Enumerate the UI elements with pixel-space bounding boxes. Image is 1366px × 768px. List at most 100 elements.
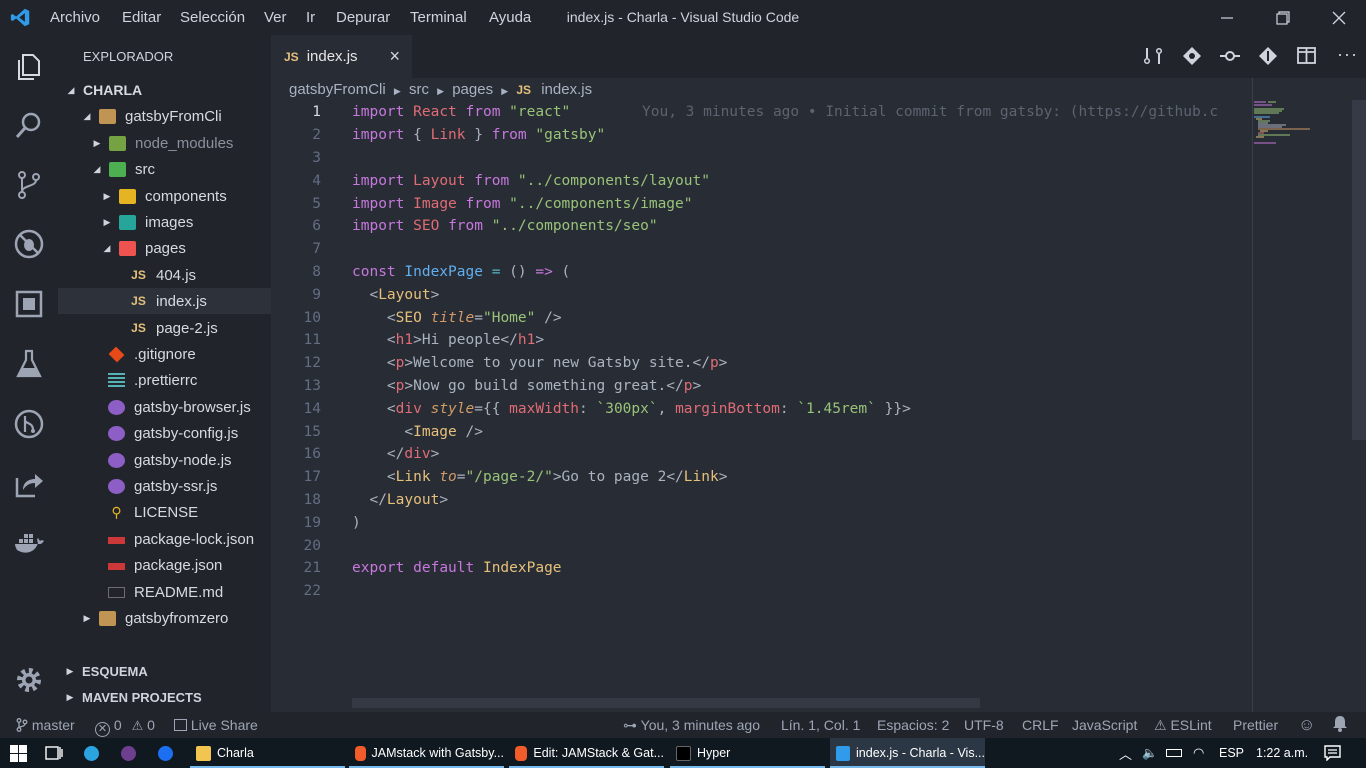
- tree-item-prettierrc[interactable]: .prettierrc: [58, 367, 271, 393]
- tree-item-gatsbyfromzero[interactable]: ▶ gatsbyfromzero: [58, 605, 271, 631]
- breadcrumb-folder[interactable]: gatsbyFromCli: [289, 81, 386, 98]
- git-compare-diamond-icon[interactable]: [1258, 46, 1278, 71]
- settings-gear-icon[interactable]: [0, 651, 58, 709]
- language-mode[interactable]: JavaScript: [1072, 717, 1137, 733]
- telegram-icon[interactable]: [84, 738, 105, 768]
- outline-section[interactable]: ▶ ESQUEMA: [58, 658, 271, 684]
- maven-projects-section[interactable]: ▶ MAVEN PROJECTS: [58, 684, 271, 710]
- menu-depurar[interactable]: Depurar: [336, 9, 390, 26]
- live-share-status[interactable]: Live Share: [174, 717, 258, 733]
- code-line-16: </div>: [352, 446, 440, 462]
- taskbar-item-charla[interactable]: Charla: [190, 738, 345, 768]
- source-control-icon[interactable]: [0, 156, 58, 214]
- breadcrumb-file[interactable]: index.js: [541, 81, 592, 98]
- tree-item-gatsby-config[interactable]: gatsby-config.js: [58, 420, 271, 446]
- code-editor[interactable]: gatsbyFromCli ▶ src ▶ pages ▶ JS index.j…: [271, 78, 1366, 712]
- git-commit-diamond-icon[interactable]: [1182, 46, 1202, 71]
- toggle-blame-icon[interactable]: [1219, 46, 1241, 71]
- tree-item-readme[interactable]: README.md: [58, 579, 271, 605]
- input-language[interactable]: ESP: [1219, 738, 1244, 768]
- tree-item-src[interactable]: ◢ src: [58, 156, 271, 182]
- menu-seleccion[interactable]: Selección: [180, 9, 245, 26]
- open-changes-icon[interactable]: [1143, 46, 1163, 71]
- line-number: 9: [312, 287, 321, 303]
- test-flask-icon[interactable]: [0, 335, 58, 393]
- code-line-6: import SEO from "../components/seo": [352, 218, 658, 234]
- search-icon[interactable]: [0, 97, 58, 155]
- tree-item-package-lock[interactable]: package-lock.json: [58, 526, 271, 552]
- eol-status[interactable]: CRLF: [1022, 717, 1059, 733]
- extensions-icon[interactable]: [0, 275, 58, 333]
- blame-status[interactable]: ⊶ You, 3 minutes ago: [623, 717, 760, 734]
- feedback-smiley-icon[interactable]: ☺: [1298, 715, 1315, 735]
- tree-item-page-2[interactable]: JS page-2.js: [58, 315, 271, 341]
- taskbar-item-vscode[interactable]: index.js - Charla - Vis...: [830, 738, 985, 768]
- volume-icon[interactable]: 🔈: [1142, 738, 1158, 768]
- tree-item-package-json[interactable]: package.json: [58, 552, 271, 578]
- git-history-icon[interactable]: [0, 395, 58, 453]
- branch-status[interactable]: master: [16, 717, 75, 733]
- taskbar-item-hyper[interactable]: Hyper: [670, 738, 825, 768]
- action-center-icon[interactable]: [1324, 738, 1341, 768]
- git-blame-annotation: You, 3 minutes ago • Initial commit from…: [642, 104, 1219, 120]
- chevron-right-icon: ▶: [66, 665, 74, 676]
- line-number: 13: [303, 378, 321, 394]
- eslint-status[interactable]: ⚠ ESLint: [1154, 717, 1212, 734]
- menu-ayuda[interactable]: Ayuda: [489, 9, 531, 26]
- show-hidden-icons-chevron-icon[interactable]: ︿: [1119, 738, 1132, 768]
- notifications-bell-icon[interactable]: [1332, 715, 1348, 735]
- tree-item-index[interactable]: JS index.js: [58, 288, 271, 314]
- docker-icon[interactable]: [0, 515, 58, 573]
- cursor-position[interactable]: Lín. 1, Col. 1: [781, 717, 860, 733]
- explorer-icon[interactable]: [0, 38, 58, 96]
- tree-item-gatsby-ssr[interactable]: gatsby-ssr.js: [58, 473, 271, 499]
- problems-status[interactable]: ✕ 0 ⚠ 0: [95, 717, 155, 737]
- tree-item-gatsbyFromCli[interactable]: ◢ gatsbyFromCli: [58, 103, 271, 129]
- restore-button[interactable]: [1260, 0, 1306, 35]
- debug-icon[interactable]: [0, 215, 58, 273]
- menu-terminal[interactable]: Terminal: [410, 9, 467, 26]
- code-line-4: import Layout from "../components/layout…: [352, 173, 710, 189]
- line-number: 2: [312, 127, 321, 143]
- clock[interactable]: 1:22 a.m.: [1256, 738, 1308, 768]
- menu-editar[interactable]: Editar: [122, 9, 161, 26]
- minimize-button[interactable]: [1204, 0, 1250, 35]
- minimap[interactable]: [1254, 100, 1314, 150]
- windows-start-icon[interactable]: [10, 738, 27, 768]
- menu-ver[interactable]: Ver: [264, 9, 287, 26]
- tree-item-404[interactable]: JS 404.js: [58, 262, 271, 288]
- close-tab-icon[interactable]: ×: [390, 46, 401, 67]
- chevron-down-icon: ◢: [83, 110, 91, 121]
- encoding-status[interactable]: UTF-8: [964, 717, 1004, 733]
- horizontal-scrollbar-thumb[interactable]: [352, 698, 980, 708]
- javascript-file-icon: JS: [516, 83, 532, 97]
- more-actions-icon[interactable]: ···: [1337, 44, 1358, 65]
- battery-icon[interactable]: [1166, 738, 1182, 768]
- tree-item-pages[interactable]: ◢ pages: [58, 235, 271, 261]
- breadcrumb-folder[interactable]: pages: [452, 81, 493, 98]
- tab-index-js[interactable]: JS index.js ×: [271, 35, 412, 78]
- close-window-button[interactable]: [1316, 0, 1362, 35]
- wifi-icon[interactable]: ◠: [1193, 738, 1204, 768]
- vertical-scrollbar-thumb[interactable]: [1352, 100, 1366, 440]
- tree-item-images[interactable]: ▶ images: [58, 209, 271, 235]
- tree-item-gitignore[interactable]: .gitignore: [58, 341, 271, 367]
- slack-icon[interactable]: [121, 738, 142, 768]
- tree-item-license[interactable]: ⚲ LICENSE: [58, 499, 271, 525]
- firefox-icon[interactable]: [158, 738, 179, 768]
- breadcrumb-folder[interactable]: src: [409, 81, 429, 98]
- menu-ir[interactable]: Ir: [306, 9, 315, 26]
- tree-item-gatsby-node[interactable]: gatsby-node.js: [58, 447, 271, 473]
- tree-item-gatsby-browser[interactable]: gatsby-browser.js: [58, 394, 271, 420]
- taskbar-item-edit-jamstack[interactable]: Edit: JAMStack & Gat...: [509, 738, 664, 768]
- indentation-status[interactable]: Espacios: 2: [877, 717, 949, 733]
- menu-archivo[interactable]: Archivo: [50, 9, 100, 26]
- prettier-status[interactable]: Prettier: [1233, 717, 1278, 733]
- live-share-icon[interactable]: [0, 455, 58, 513]
- split-editor-icon[interactable]: [1297, 47, 1316, 69]
- task-view-icon[interactable]: [45, 738, 63, 768]
- taskbar-item-jamstack-browser[interactable]: JAMstack with Gatsby...: [349, 738, 504, 768]
- tree-item-components[interactable]: ▶ components: [58, 183, 271, 209]
- tree-item-node-modules[interactable]: ▶ node_modules: [58, 130, 271, 156]
- workspace-root[interactable]: ◢ CHARLA: [58, 77, 271, 103]
